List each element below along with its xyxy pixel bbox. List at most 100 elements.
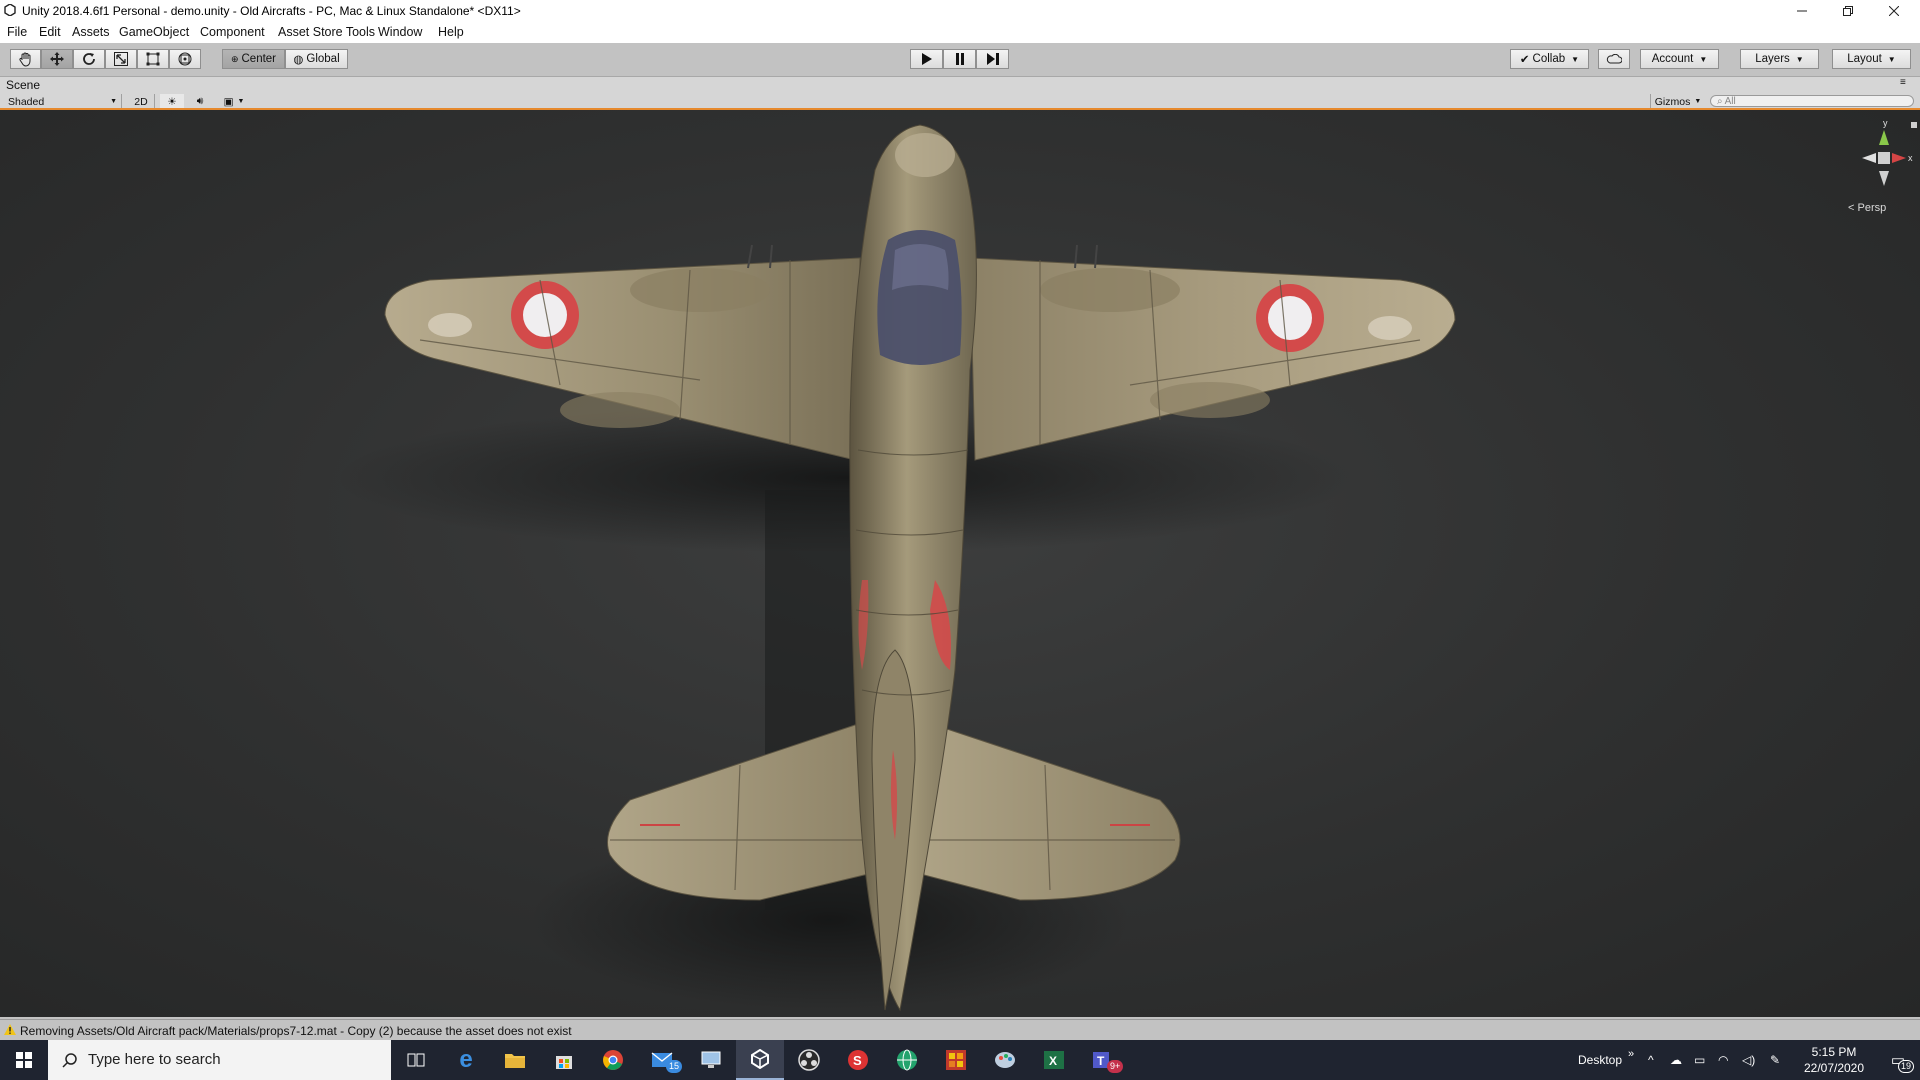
- pivot-rotation-label: Global: [306, 53, 340, 65]
- cloud-button[interactable]: [1598, 49, 1630, 69]
- layout-dropdown[interactable]: Layout ▼: [1832, 49, 1911, 69]
- pivot-mode-button[interactable]: ⊕ Center: [222, 49, 285, 69]
- start-button[interactable]: [0, 1040, 48, 1080]
- store-bag-icon: [556, 1056, 572, 1069]
- taskbar-remote-desktop[interactable]: [687, 1040, 735, 1080]
- lighting-toggle[interactable]: ☀: [160, 94, 184, 109]
- taskbar-app-s[interactable]: S: [834, 1040, 882, 1080]
- taskbar-clock[interactable]: 5:15 PM 22/07/2020: [1790, 1044, 1878, 1076]
- tray-onedrive[interactable]: ☁: [1670, 1040, 1682, 1080]
- taskbar: Type here to search e 15 S X T 9+ Deskto…: [0, 1040, 1920, 1080]
- audio-toggle[interactable]: 🔊︎: [188, 94, 212, 109]
- gizmos-label: Gizmos: [1654, 95, 1691, 108]
- menu-component[interactable]: Component: [200, 25, 265, 39]
- taskbar-edge[interactable]: e: [442, 1040, 490, 1080]
- scale-tool-button[interactable]: [105, 49, 137, 69]
- draw-mode-dropdown[interactable]: Shaded ▼: [0, 94, 122, 109]
- status-bar[interactable]: Removing Assets/Old Aircraft pack/Materi…: [0, 1019, 1920, 1041]
- scale-icon: [114, 52, 128, 66]
- neg-y-axis-cone-icon[interactable]: [1879, 171, 1889, 186]
- close-button[interactable]: [1872, 0, 1916, 22]
- windows-logo-icon: [16, 1052, 32, 1068]
- tab-menu-icon[interactable]: ≡: [1900, 77, 1906, 88]
- pause-button[interactable]: [943, 49, 976, 69]
- scene-search-input[interactable]: ⌕ All: [1710, 95, 1914, 107]
- transform-tool-button[interactable]: [169, 49, 201, 69]
- rect-transform-icon: [146, 52, 160, 66]
- chevron-down-icon: ▼: [1887, 54, 1896, 64]
- taskbar-file-explorer[interactable]: [491, 1040, 539, 1080]
- menu-edit[interactable]: Edit: [39, 25, 61, 39]
- taskbar-search-input[interactable]: Type here to search: [48, 1040, 391, 1080]
- gizmos-dropdown[interactable]: Gizmos ▼: [1650, 94, 1705, 109]
- taskbar-teams[interactable]: T 9+: [1079, 1040, 1127, 1080]
- pivot-rotation-button[interactable]: ◍ Global: [285, 49, 348, 69]
- main-toolbar: ⊕ Center ◍ Global ✔ Collab ▼ Account ▼ L…: [0, 43, 1920, 77]
- taskbar-chrome[interactable]: [589, 1040, 637, 1080]
- 2d-toggle[interactable]: 2D: [128, 94, 155, 109]
- tray-volume[interactable]: ◁): [1742, 1040, 1755, 1080]
- task-view-button[interactable]: [392, 1040, 440, 1080]
- gizmo-x-label: x: [1908, 153, 1913, 163]
- tray-battery[interactable]: ▭: [1694, 1040, 1705, 1080]
- tray-pen[interactable]: ✎: [1770, 1040, 1780, 1080]
- y-axis-cone-icon[interactable]: [1879, 130, 1889, 145]
- teams-badge: 9+: [1107, 1060, 1124, 1073]
- collab-dropdown[interactable]: ✔ Collab ▼: [1510, 49, 1589, 69]
- taskbar-excel[interactable]: X: [1030, 1040, 1078, 1080]
- neg-x-axis-cone-icon[interactable]: [1862, 153, 1876, 163]
- excel-icon: X: [1044, 1051, 1064, 1069]
- taskbar-app-globe[interactable]: [883, 1040, 931, 1080]
- chevron-down-icon: ▼: [1694, 98, 1702, 105]
- show-hidden-icons-button[interactable]: ^: [1648, 1040, 1654, 1080]
- menu-gameobject[interactable]: GameObject: [119, 25, 189, 39]
- play-button[interactable]: [910, 49, 943, 69]
- chevron-down-icon: ▼: [1795, 54, 1804, 64]
- taskbar-app-paint[interactable]: [981, 1040, 1029, 1080]
- check-icon: ✔: [1519, 54, 1530, 66]
- step-button[interactable]: [976, 49, 1009, 69]
- move-tool-button[interactable]: [41, 49, 73, 69]
- menu-assets[interactable]: Assets: [72, 25, 110, 39]
- rotate-tool-button[interactable]: [73, 49, 105, 69]
- svg-text:T: T: [1097, 1054, 1105, 1068]
- scene-tab-bar: Scene ≡: [0, 77, 1920, 94]
- account-dropdown[interactable]: Account ▼: [1640, 49, 1719, 69]
- gizmo-center-cube[interactable]: [1878, 152, 1890, 164]
- cloud-icon: [1606, 54, 1622, 64]
- projection-label[interactable]: < Persp: [1848, 202, 1886, 214]
- layers-label: Layers: [1755, 53, 1790, 65]
- tab-scene[interactable]: Scene: [6, 78, 40, 92]
- menu-file[interactable]: File: [7, 25, 27, 39]
- window-title: Unity 2018.4.6f1 Personal - demo.unity -…: [22, 4, 521, 18]
- desktop-toolbar[interactable]: Desktop »: [1578, 1040, 1634, 1080]
- menu-asset-store-tools[interactable]: Asset Store Tools: [278, 25, 375, 39]
- taskbar-app-gallery[interactable]: [932, 1040, 980, 1080]
- effects-dropdown[interactable]: ▣ ▼: [218, 94, 250, 109]
- tray-network[interactable]: ◠: [1718, 1040, 1728, 1080]
- taskbar-obs[interactable]: [785, 1040, 833, 1080]
- speaker-icon: 🔊︎: [196, 95, 204, 107]
- menu-window[interactable]: Window: [378, 25, 422, 39]
- left-tailplane: [607, 719, 886, 901]
- taskbar-store[interactable]: [540, 1040, 588, 1080]
- chevron-down-icon: ▼: [110, 98, 117, 105]
- lock-icon[interactable]: [1911, 122, 1917, 128]
- status-message: Removing Assets/Old Aircraft pack/Materi…: [20, 1024, 572, 1038]
- layers-dropdown[interactable]: Layers ▼: [1740, 49, 1819, 69]
- x-axis-cone-icon[interactable]: [1892, 153, 1906, 163]
- minimize-button[interactable]: [1780, 0, 1824, 22]
- close-icon: [1889, 6, 1899, 16]
- globe-app-icon: [897, 1049, 917, 1071]
- paint-palette-icon: [995, 1052, 1015, 1068]
- unity-icon: [751, 1049, 769, 1069]
- taskbar-mail[interactable]: 15: [638, 1040, 686, 1080]
- rect-tool-button[interactable]: [137, 49, 169, 69]
- layout-label: Layout: [1847, 53, 1882, 65]
- taskbar-unity[interactable]: [736, 1040, 784, 1080]
- restore-button[interactable]: [1826, 0, 1870, 22]
- scene-viewport[interactable]: [0, 110, 1920, 1017]
- action-center-button[interactable]: ▭ 19: [1880, 1040, 1916, 1080]
- menu-help[interactable]: Help: [438, 25, 464, 39]
- hand-tool-button[interactable]: [10, 49, 41, 69]
